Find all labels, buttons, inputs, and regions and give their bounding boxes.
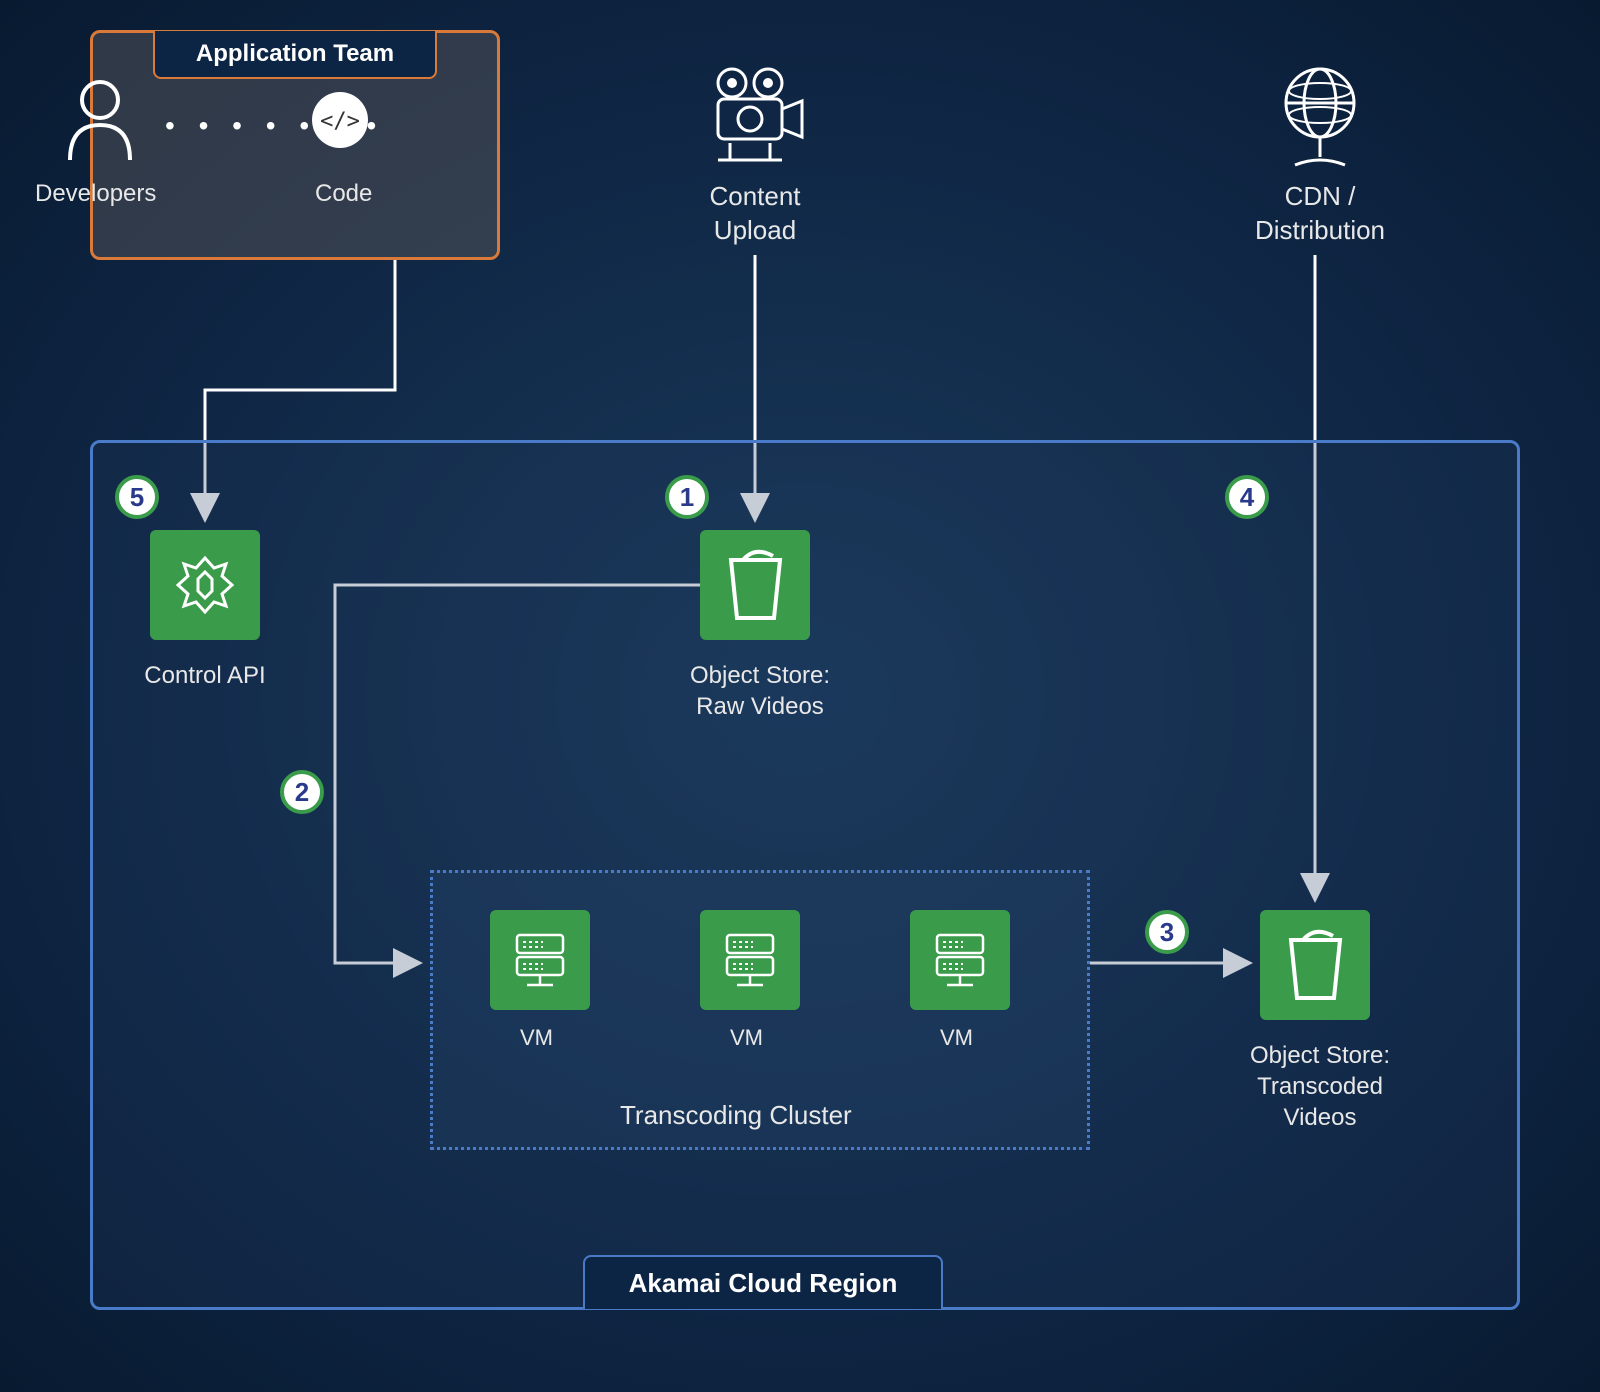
vm1-label: VM <box>520 1025 553 1051</box>
step-4-badge: 4 <box>1225 475 1269 519</box>
camera-icon <box>700 65 810 170</box>
cdn-label: CDN / Distribution <box>1230 180 1410 248</box>
step-2-badge: 2 <box>280 770 324 814</box>
vm2-label: VM <box>730 1025 763 1051</box>
server-icon <box>715 925 785 995</box>
content-upload-label: Content Upload <box>680 180 830 248</box>
raw-videos-store <box>700 530 810 640</box>
code-icon: </> <box>310 90 370 155</box>
application-team-title: Application Team <box>153 31 437 79</box>
control-api-service <box>150 530 260 640</box>
server-icon <box>505 925 575 995</box>
server-icon <box>925 925 995 995</box>
bucket-icon <box>1283 928 1348 1003</box>
transcoded-videos-store <box>1260 910 1370 1020</box>
svg-text:</>: </> <box>320 109 360 134</box>
vm3-label: VM <box>940 1025 973 1051</box>
developers-icon <box>60 75 140 170</box>
step-1-badge: 1 <box>665 475 709 519</box>
vm-node-1 <box>490 910 590 1010</box>
globe-icon <box>1275 65 1365 175</box>
control-api-label: Control API <box>135 660 275 691</box>
vm-node-2 <box>700 910 800 1010</box>
bucket-icon <box>723 548 788 623</box>
cluster-title: Transcoding Cluster <box>620 1100 852 1131</box>
cloud-region-title: Akamai Cloud Region <box>583 1255 943 1309</box>
raw-store-label: Object Store: Raw Videos <box>670 660 850 722</box>
transcoded-store-label: Object Store: Transcoded Videos <box>1240 1040 1400 1134</box>
gear-icon <box>170 550 240 620</box>
developers-label: Developers <box>35 180 156 208</box>
vm-node-3 <box>910 910 1010 1010</box>
step-3-badge: 3 <box>1145 910 1189 954</box>
step-5-badge: 5 <box>115 475 159 519</box>
code-label: Code <box>315 180 372 208</box>
application-team-group: Application Team <box>90 30 500 260</box>
